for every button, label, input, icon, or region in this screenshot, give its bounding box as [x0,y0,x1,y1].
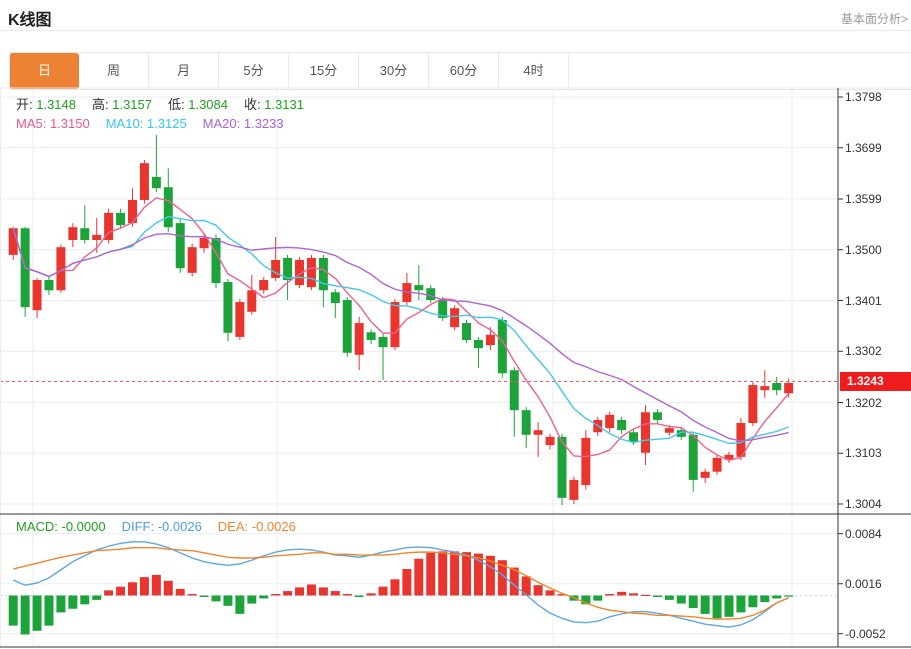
ohlc-legend: 开: 1.3148 高: 1.3157 低: 1.3084 收: 1.3131 [16,94,320,113]
legend-item: 高: 1.3157 [92,97,152,112]
y-axis-label: 1.3500 [845,242,882,257]
y-axis-label: 0.0016 [845,576,882,591]
legend-item: 收: 1.3131 [244,97,304,112]
legend-item: MA10: 1.3125 [105,116,187,131]
legend-item: 低: 1.3084 [168,97,228,112]
legend-item: DEA: -0.0026 [217,519,296,534]
y-axis-label: 1.3103 [845,446,882,461]
y-axis-label: -0.0052 [845,626,886,641]
ma-legend: MA5: 1.3150 MA10: 1.3125 MA20: 1.3233 [16,116,300,131]
y-axis-label: 1.3004 [845,497,882,511]
y-axis-label: 1.3699 [845,140,882,155]
y-axis-label: 0.0084 [845,526,882,541]
y-axis-label: 1.3798 [845,90,882,104]
macd-legend: MACD: -0.0000 DIFF: -0.0026 DEA: -0.0026 [16,519,312,534]
y-axis-label: 1.3302 [845,344,882,359]
y-axis-label: 1.3599 [845,192,882,206]
kline-page: K线图 基本面分析> 日周月 5分 15分 30分 60分 4时 开: 1.3148 高: … [0,0,911,649]
legend-item: MA20: 1.3233 [202,116,284,131]
legend-item: MACD: -0.0000 [16,519,106,534]
y-axis-label: 1.3202 [845,395,882,410]
y-axis-label: 1.3401 [845,293,882,308]
current-price-tag: 1.3243 [840,371,911,391]
legend-item: 开: 1.3148 [16,97,76,112]
legend-item: DIFF: -0.0026 [121,519,202,534]
legend-item: MA5: 1.3150 [16,116,90,131]
